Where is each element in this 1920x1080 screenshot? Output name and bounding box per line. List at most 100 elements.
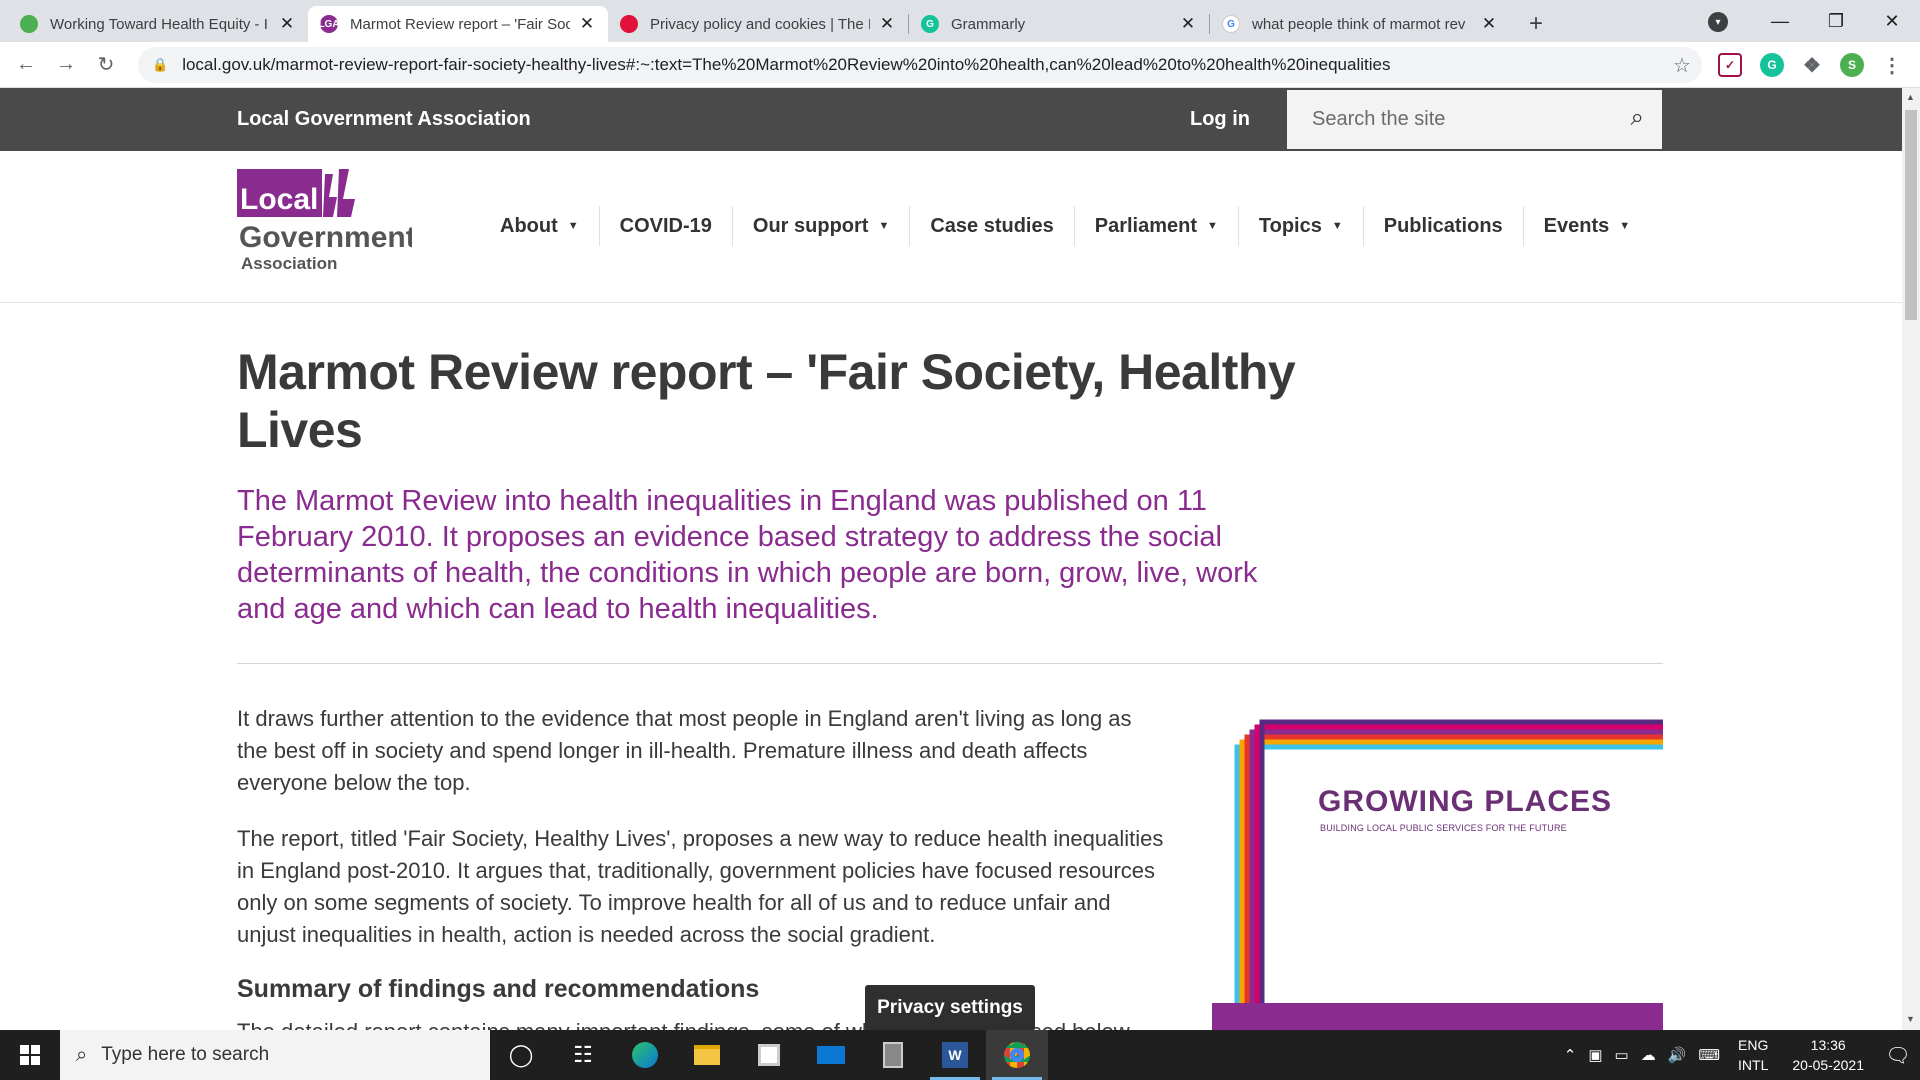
address-bar[interactable]: 🔒 local.gov.uk/marmot-review-report-fair… bbox=[138, 47, 1702, 83]
growing-places-promo[interactable]: GROWING PLACES BUILDING LOCAL PUBLIC SER… bbox=[1212, 719, 1663, 1029]
system-tray: ⌃ ▣ ▭ ☁ 🔊 ⌨ ENG INTL 13:36 20-05-2021 🗨 bbox=[1558, 1030, 1920, 1080]
nav-item-label: Events bbox=[1543, 214, 1610, 237]
keyboard-icon[interactable]: ⌨ bbox=[1698, 1046, 1720, 1064]
browser-tab[interactable]: Working Toward Health Equity - I ✕ bbox=[8, 6, 308, 42]
grammarly-extension-icon[interactable]: G bbox=[1760, 53, 1784, 77]
main-navigation: Local Government Association About ▼ COVID… bbox=[0, 151, 1902, 303]
lang-line-1: ENG bbox=[1738, 1037, 1769, 1053]
tray-device-icon[interactable]: ▣ bbox=[1588, 1046, 1602, 1064]
nav-item-case-studies[interactable]: Case studies bbox=[909, 206, 1073, 246]
tab-close-icon[interactable]: ✕ bbox=[878, 14, 896, 33]
nav-item-parliament[interactable]: Parliament ▼ bbox=[1073, 206, 1238, 246]
nav-item-topics[interactable]: Topics ▼ bbox=[1237, 206, 1363, 246]
browser-menu-icon[interactable]: ⋮ bbox=[1880, 53, 1904, 77]
taskbar-search-icon: ⌕ bbox=[76, 1043, 88, 1066]
chevron-down-icon: ▼ bbox=[1331, 220, 1343, 232]
taskbar-search-placeholder: Type here to search bbox=[101, 1044, 270, 1065]
tab-favicon-icon: G bbox=[921, 15, 939, 33]
search-icon[interactable]: ⌕ bbox=[1631, 104, 1644, 132]
tab-favicon-icon: G bbox=[1222, 15, 1240, 33]
windows-start-icon[interactable] bbox=[0, 1030, 60, 1080]
login-link[interactable]: Log in bbox=[1190, 108, 1250, 131]
browser-tab[interactable]: LGA Marmot Review report – 'Fair Soc ✕ bbox=[308, 6, 608, 42]
pocket-extension-icon[interactable]: ✓ bbox=[1718, 53, 1742, 77]
chrome-icon[interactable] bbox=[986, 1030, 1048, 1080]
nav-item-label: COVID-19 bbox=[619, 214, 712, 237]
logo-line3: Association bbox=[241, 254, 337, 273]
section-heading: Summary of findings and recommendations bbox=[237, 975, 760, 1003]
article-paragraph-2: The report, titled 'Fair Society, Health… bbox=[237, 826, 1164, 947]
tab-close-icon[interactable]: ✕ bbox=[278, 14, 296, 33]
reload-icon[interactable]: ↻ bbox=[86, 45, 126, 85]
page-title: Marmot Review report – 'Fair Society, He… bbox=[237, 344, 1296, 458]
site-search-input[interactable]: Search the site ⌕ bbox=[1287, 90, 1662, 149]
back-icon[interactable]: ← bbox=[6, 45, 46, 85]
tab-close-icon[interactable]: ✕ bbox=[1480, 14, 1498, 33]
nav-item-publications[interactable]: Publications bbox=[1362, 206, 1523, 246]
nav-item-label: Publications bbox=[1383, 214, 1503, 237]
cortana-icon[interactable]: ◯ bbox=[490, 1030, 552, 1080]
onedrive-icon[interactable]: ☁ bbox=[1641, 1046, 1656, 1064]
new-tab-button[interactable]: + bbox=[1518, 6, 1554, 42]
tab-favicon-icon bbox=[620, 15, 638, 33]
site-brand-link[interactable]: Local Government Association bbox=[237, 108, 531, 131]
tab-close-icon[interactable]: ✕ bbox=[578, 14, 596, 33]
browser-tab[interactable]: G Grammarly ✕ bbox=[909, 6, 1209, 42]
article-lead: The Marmot Review into health inequaliti… bbox=[237, 485, 1258, 625]
notification-icon[interactable]: 🗨 bbox=[1876, 1043, 1920, 1068]
article-body: It draws further attention to the eviden… bbox=[237, 703, 1167, 975]
close-window-icon[interactable]: ✕ bbox=[1864, 0, 1920, 42]
url-text: local.gov.uk/marmot-review-report-fair-s… bbox=[182, 55, 1391, 74]
calculator-icon[interactable] bbox=[862, 1030, 924, 1080]
tray-chevron-icon[interactable]: ⌃ bbox=[1564, 1046, 1577, 1064]
scroll-down-icon[interactable]: ▼ bbox=[1906, 1014, 1915, 1024]
clock-time: 13:36 bbox=[1810, 1037, 1846, 1053]
lga-logo[interactable]: Local Government Association bbox=[237, 169, 412, 279]
tab-title: Marmot Review report – 'Fair Soc bbox=[350, 15, 570, 33]
browser-tab[interactable]: Privacy policy and cookies | The I ✕ bbox=[608, 6, 908, 42]
nav-item-label: Parliament bbox=[1094, 214, 1197, 237]
bookmark-star-icon[interactable]: ☆ bbox=[1662, 53, 1702, 78]
minimize-icon[interactable]: — bbox=[1752, 0, 1808, 42]
task-view-icon[interactable]: ☷ bbox=[552, 1030, 614, 1080]
file-explorer-icon[interactable] bbox=[676, 1030, 738, 1080]
nav-item-our-support[interactable]: Our support ▼ bbox=[731, 206, 909, 246]
logo-line1: Local bbox=[240, 183, 318, 216]
nav-item-label: Case studies bbox=[930, 214, 1054, 237]
word-icon[interactable]: W bbox=[924, 1030, 986, 1080]
nav-item-events[interactable]: Events ▼ bbox=[1522, 206, 1650, 246]
language-indicator[interactable]: ENG INTL bbox=[1738, 1035, 1768, 1075]
tab-title: Working Toward Health Equity - I bbox=[50, 15, 268, 33]
taskbar-search-input[interactable]: ⌕ Type here to search bbox=[60, 1030, 490, 1080]
promo-subtitle: BUILDING LOCAL PUBLIC SERVICES FOR THE F… bbox=[1320, 823, 1567, 833]
restore-icon[interactable]: ❐ bbox=[1808, 0, 1864, 42]
store-icon[interactable] bbox=[738, 1030, 800, 1080]
system-clock[interactable]: 13:36 20-05-2021 bbox=[1792, 1035, 1864, 1075]
tab-search-icon[interactable]: ▾ bbox=[1708, 12, 1728, 32]
extensions-puzzle-icon[interactable]: ❖ bbox=[1800, 53, 1824, 77]
battery-icon[interactable]: ▭ bbox=[1615, 1046, 1629, 1064]
edge-icon[interactable] bbox=[614, 1030, 676, 1080]
tab-title: Privacy policy and cookies | The I bbox=[650, 15, 870, 33]
tab-close-icon[interactable]: ✕ bbox=[1179, 14, 1197, 33]
volume-icon[interactable]: 🔊 bbox=[1668, 1046, 1687, 1064]
tab-title: Grammarly bbox=[951, 15, 1026, 33]
scroll-up-icon[interactable]: ▲ bbox=[1906, 92, 1915, 102]
nav-item-about[interactable]: About ▼ bbox=[480, 206, 599, 246]
nav-item-covid-19[interactable]: COVID-19 bbox=[598, 206, 732, 246]
browser-tab-strip: Working Toward Health Equity - I ✕ LGA Marm… bbox=[0, 0, 1920, 42]
browser-tab[interactable]: Gwhat people think of marmot rev ✕ bbox=[1210, 6, 1510, 42]
logo-line2: Government bbox=[239, 221, 412, 254]
page-scrollbar[interactable]: ▲ ▼ bbox=[1902, 88, 1920, 1030]
content-divider bbox=[237, 663, 1663, 664]
profile-avatar[interactable]: S bbox=[1840, 53, 1864, 77]
article-paragraph-1: It draws further attention to the eviden… bbox=[237, 706, 1132, 795]
windows-taskbar: ⌕ Type here to search ◯ ☷ W ⌃ ▣ ▭ ☁ 🔊 ⌨ … bbox=[0, 1030, 1920, 1080]
window-controls: — ❐ ✕ bbox=[1752, 0, 1920, 42]
privacy-settings-button[interactable]: Privacy settings bbox=[865, 985, 1035, 1031]
mail-icon[interactable] bbox=[800, 1030, 862, 1080]
forward-icon[interactable]: → bbox=[46, 45, 86, 85]
chevron-down-icon: ▼ bbox=[567, 220, 579, 232]
scrollbar-thumb[interactable] bbox=[1905, 110, 1917, 320]
tab-title: what people think of marmot rev bbox=[1252, 15, 1466, 33]
